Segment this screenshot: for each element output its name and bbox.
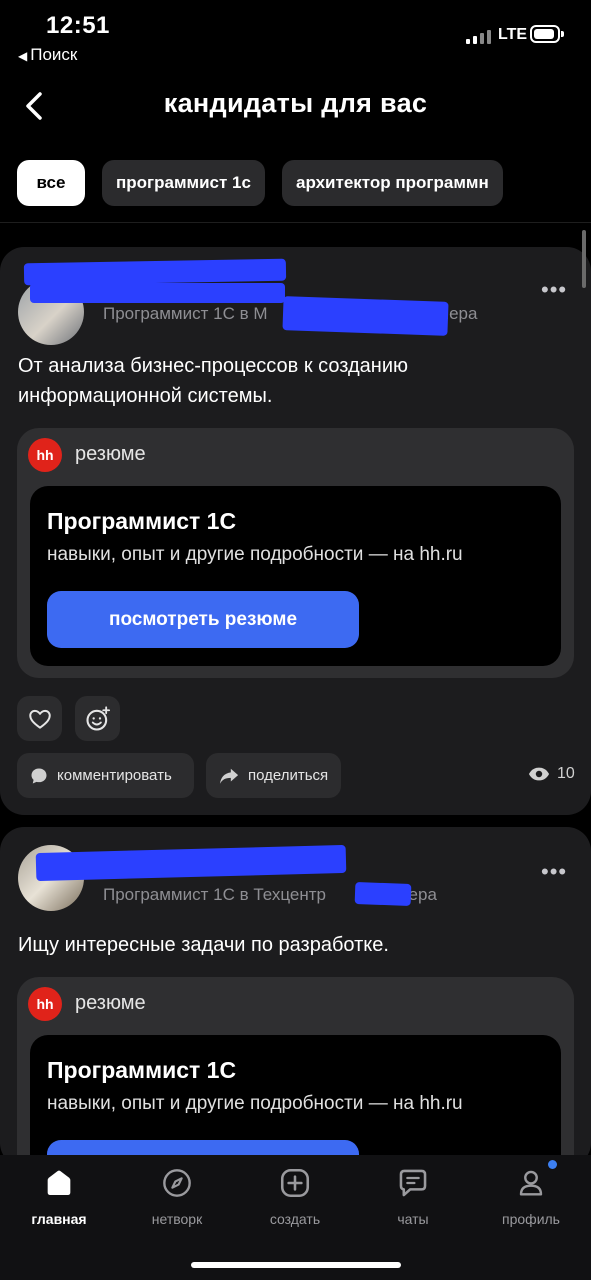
comment-icon	[31, 768, 47, 783]
author-meta-position: Программист 1С в Техцентр	[103, 885, 326, 904]
battery-icon	[530, 25, 564, 43]
signal-icon	[466, 28, 491, 44]
eye-icon	[528, 767, 550, 781]
redaction-mark	[23, 258, 287, 286]
hh-logo-icon: hh	[28, 438, 62, 472]
author-meta-position: Программист 1С в М	[103, 304, 268, 323]
post-text: Ищу интересные задачи по разработке.	[18, 934, 389, 956]
share-button[interactable]: поделиться	[206, 753, 341, 798]
nav-label: главная	[31, 1211, 87, 1227]
views-count: 10	[557, 765, 575, 782]
scrollbar[interactable]	[582, 230, 586, 288]
header-divider	[0, 222, 591, 223]
resume-label: резюме	[75, 992, 146, 1014]
views-counter: 10	[528, 765, 575, 783]
home-indicator[interactable]	[191, 1262, 401, 1268]
nav-network[interactable]: нетворк	[118, 1155, 236, 1227]
chip-all[interactable]: все	[17, 160, 85, 206]
resume-label: резюме	[75, 443, 146, 465]
nav-create[interactable]: создать	[236, 1155, 354, 1227]
resume-subtitle: навыки, опыт и другие подробности — на h…	[47, 544, 463, 565]
more-options-icon[interactable]: •••	[541, 859, 567, 885]
resume-title: Программист 1С	[47, 1057, 237, 1083]
chat-icon	[395, 1165, 431, 1201]
notification-dot	[548, 1160, 557, 1169]
redaction-mark	[282, 296, 449, 336]
post-text: От анализа бизнес-процессов к созданию и…	[18, 355, 409, 407]
redaction-mark	[354, 882, 412, 906]
like-button[interactable]	[17, 696, 62, 741]
nav-label: чаты	[397, 1211, 429, 1227]
share-label: поделиться	[248, 767, 329, 784]
post-card: Программист 1С в Техцентр вчера ••• Ищу …	[0, 827, 591, 1205]
back-app-label: Поиск	[30, 45, 78, 64]
nav-label: профиль	[502, 1211, 560, 1227]
status-time: 12:51	[46, 12, 110, 39]
nav-home[interactable]: главная	[0, 1155, 118, 1227]
redaction-mark	[35, 844, 347, 882]
plus-icon	[277, 1165, 313, 1201]
chip-programmer-1c[interactable]: программист 1с	[102, 160, 265, 206]
back-to-app-link[interactable]: ◀ Поиск	[18, 45, 77, 65]
post-card: Программист 1С в М вчера ••• От анализа …	[0, 247, 591, 815]
nav-label: создать	[269, 1211, 321, 1227]
comment-button[interactable]: комментировать	[17, 753, 194, 798]
chip-architect[interactable]: архитектор программн	[281, 160, 503, 206]
hh-logo-icon: hh	[28, 987, 62, 1021]
user-icon	[513, 1165, 549, 1201]
heart-icon	[28, 709, 51, 729]
nav-chats[interactable]: чаты	[354, 1155, 472, 1227]
nav-label: нетворк	[151, 1211, 203, 1227]
compass-icon	[159, 1165, 195, 1201]
home-icon	[41, 1165, 77, 1201]
nav-profile[interactable]: профиль	[472, 1155, 590, 1227]
comment-label: комментировать	[57, 767, 172, 784]
resume-subtitle: навыки, опыт и другие подробности — на h…	[47, 1093, 463, 1114]
add-reaction-button[interactable]	[75, 696, 120, 741]
network-type: LTE	[498, 26, 528, 43]
resume-attachment[interactable]: hh резюме Программист 1С навыки, опыт и …	[17, 428, 574, 678]
emoji-add-icon	[85, 705, 110, 731]
redaction-mark	[30, 283, 285, 303]
filter-chips: все программист 1с архитектор программн	[17, 160, 503, 206]
more-options-icon[interactable]: •••	[541, 277, 567, 303]
back-triangle-icon: ◀	[18, 49, 28, 63]
resume-card: Программист 1С навыки, опыт и другие под…	[30, 486, 561, 666]
share-icon	[219, 768, 239, 784]
page-title: кандидаты для вас	[163, 88, 428, 118]
view-resume-button[interactable]: посмотреть резюме	[47, 591, 359, 648]
resume-title: Программист 1С	[47, 508, 237, 534]
